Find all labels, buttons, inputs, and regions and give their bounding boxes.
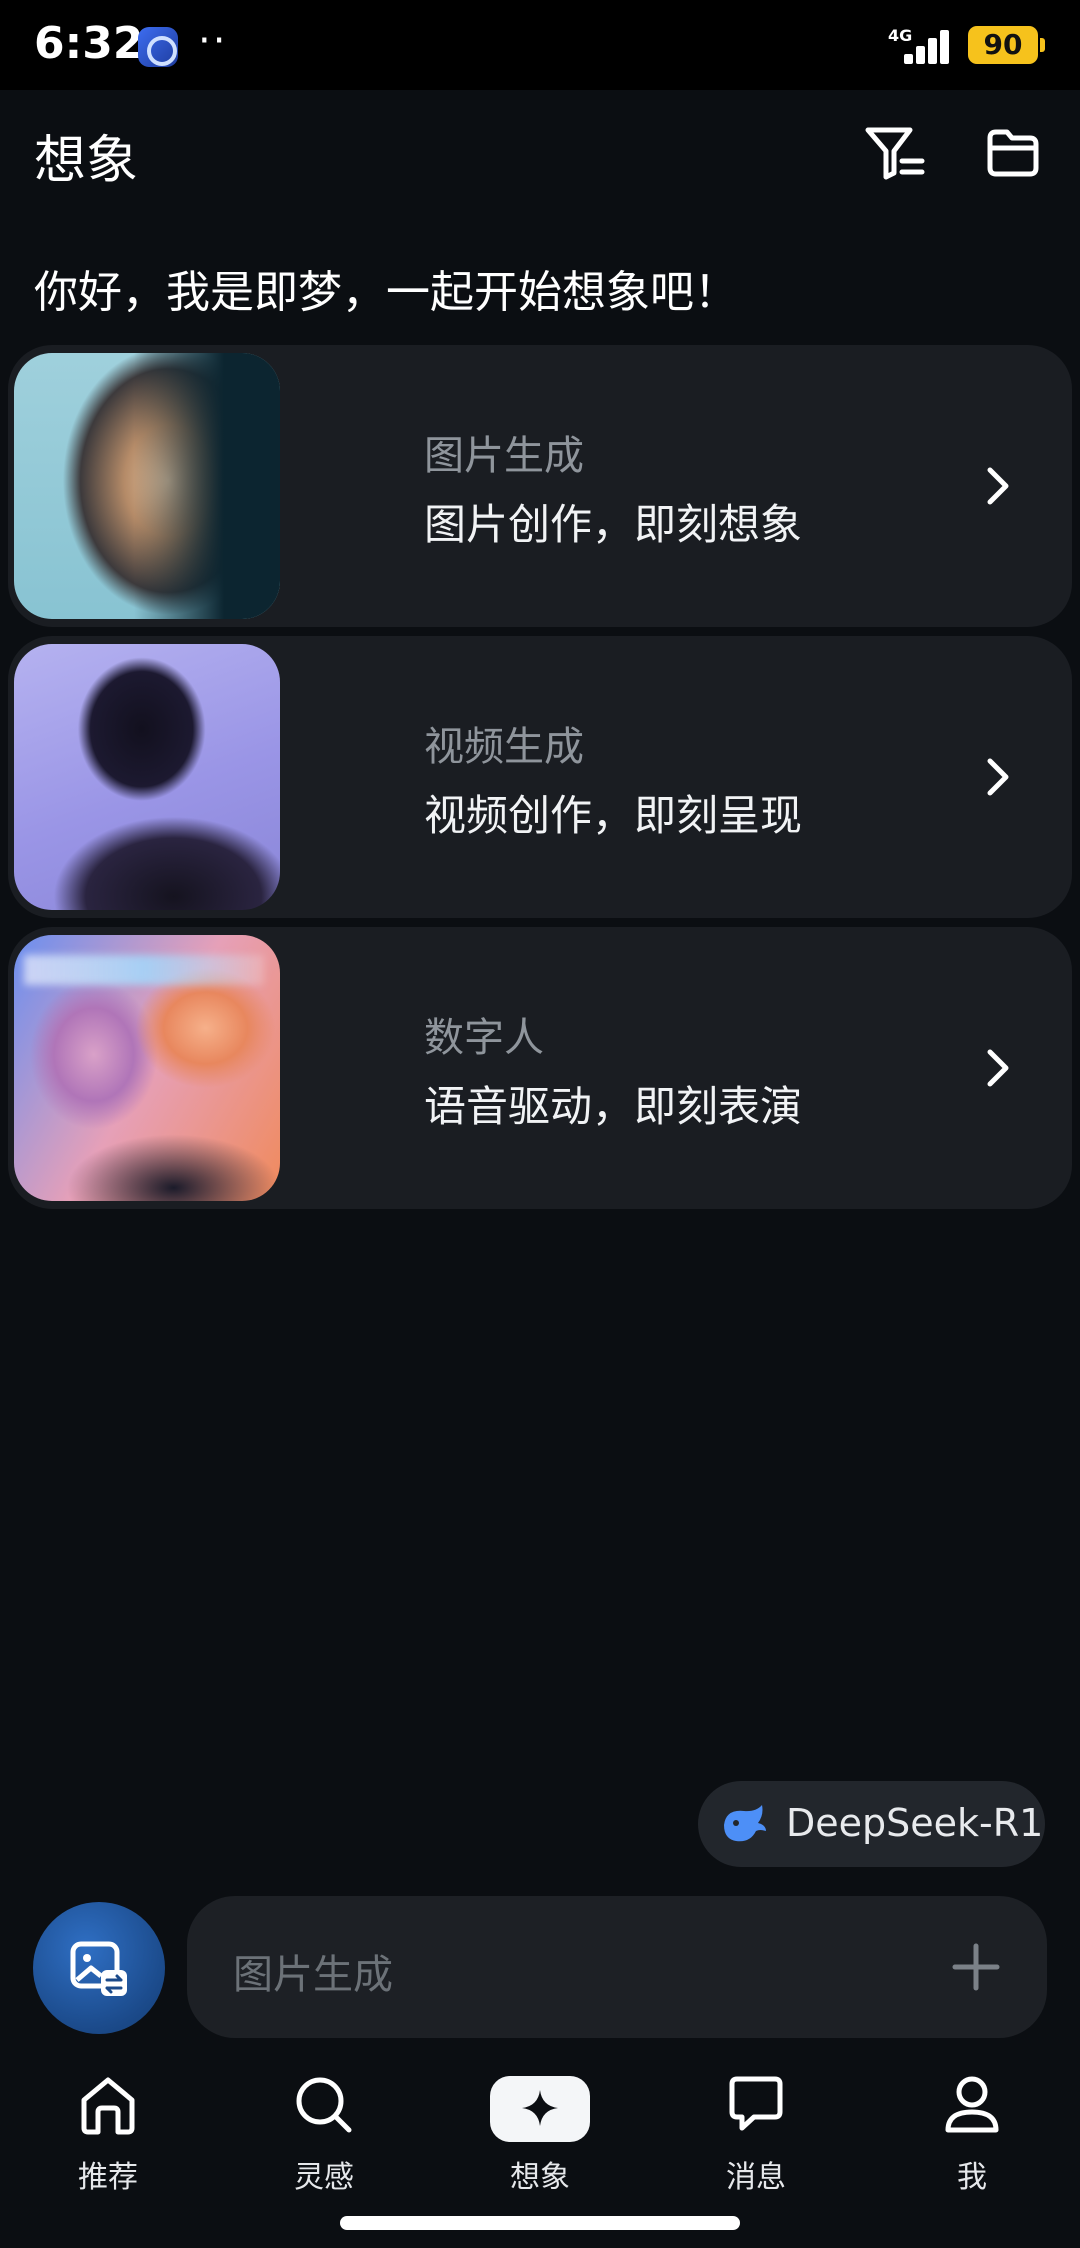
filter-button[interactable]: [860, 118, 930, 188]
image-switch-icon: [70, 1941, 127, 1996]
card-title: 图片生成: [424, 433, 584, 479]
digital-human-thumbnail: [14, 935, 280, 1201]
card-subtitle: 语音驱动，即刻表演: [424, 1082, 803, 1131]
nav-item-inspiration[interactable]: 灵感: [244, 2060, 404, 2200]
status-time: 6:32: [34, 18, 144, 69]
card-subtitle: 图片创作，即刻想象: [424, 500, 803, 549]
plus-icon[interactable]: [945, 1936, 1007, 1998]
image-generation-card[interactable]: 图片生成 图片创作，即刻想象: [8, 345, 1072, 627]
whale-icon: [724, 1805, 766, 1842]
nav-label: 消息: [726, 2160, 786, 2195]
digital-human-card[interactable]: 数字人 语音驱动，即刻表演: [8, 927, 1072, 1209]
chevron-right-icon: [987, 1049, 1009, 1087]
video-generation-card[interactable]: 视频生成 视频创作，即刻呈现: [8, 636, 1072, 918]
card-title: 数字人: [424, 1015, 544, 1061]
chevron-right-icon: [987, 467, 1009, 505]
page: 6:32 ·· 4G 90 想象 你好，我是即梦，一起开始想象吧！ 图片生成 图…: [0, 0, 1080, 2248]
prompt-input-box[interactable]: 图片生成: [187, 1896, 1047, 2038]
signal-icon: [896, 28, 956, 64]
card-subtitle: 视频创作，即刻呈现: [424, 791, 803, 840]
battery-indicator: 90: [968, 26, 1045, 64]
sparkle-icon: [522, 2090, 558, 2126]
card-title: 视频生成: [424, 724, 584, 770]
prompt-input-placeholder[interactable]: 图片生成: [233, 1942, 393, 2000]
person-icon: [945, 2076, 999, 2133]
nav-label: 灵感: [294, 2160, 354, 2195]
page-title: 想象: [34, 131, 139, 191]
generation-mode-button[interactable]: [33, 1902, 165, 2034]
bottom-navigation: 推荐 灵感 想象 消息 我: [0, 2060, 1080, 2200]
nav-label: 推荐: [78, 2160, 138, 2195]
folder-button[interactable]: [978, 118, 1048, 188]
image-generation-thumbnail: [14, 353, 280, 619]
greeting-text: 你好，我是即梦，一起开始想象吧！: [34, 267, 738, 318]
nav-item-recommend[interactable]: 推荐: [28, 2060, 188, 2200]
search-icon: [296, 2077, 352, 2133]
filter-icon: [865, 127, 925, 180]
folder-icon: [987, 129, 1039, 177]
more-notifications-dots: ··: [198, 18, 228, 64]
status-bar: 6:32 ·· 4G 90: [0, 0, 1080, 90]
nav-label: 我: [957, 2160, 987, 2195]
nav-label: 想象: [510, 2160, 570, 2195]
model-selector-chip[interactable]: DeepSeek-R1: [698, 1781, 1045, 1867]
home-indicator[interactable]: [340, 2216, 740, 2230]
model-name: DeepSeek-R1: [786, 1801, 1044, 1845]
home-icon: [81, 2077, 135, 2135]
video-generation-thumbnail: [14, 644, 280, 910]
nav-item-imagine[interactable]: 想象: [460, 2060, 620, 2200]
chevron-right-icon: [987, 758, 1009, 796]
notification-app-icon: [138, 27, 178, 67]
chat-bubble-icon: [729, 2076, 783, 2131]
nav-item-messages[interactable]: 消息: [676, 2060, 836, 2200]
nav-item-me[interactable]: 我: [892, 2060, 1052, 2200]
